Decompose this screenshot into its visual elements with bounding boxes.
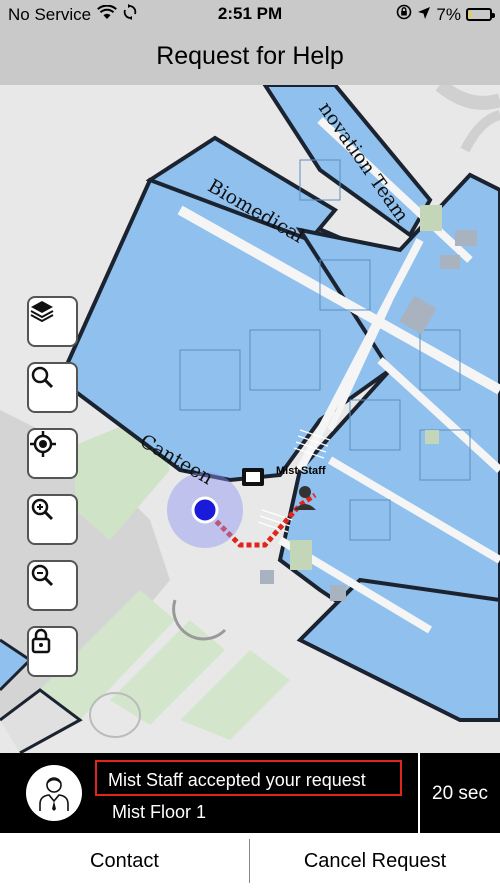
battery-percent: 7% <box>436 4 461 24</box>
orientation-lock-icon <box>396 4 412 25</box>
elapsed-timer: 20 sec <box>432 783 488 804</box>
lock-button[interactable] <box>27 626 78 677</box>
locate-button[interactable] <box>27 428 78 479</box>
locate-icon <box>30 431 56 457</box>
zoom-out-icon <box>31 564 54 587</box>
header: Request for Help <box>0 28 500 85</box>
cancel-request-button[interactable]: Cancel Request <box>250 833 500 889</box>
status-right: 7% <box>396 4 495 25</box>
action-bar: Contact Cancel Request <box>0 833 500 889</box>
staff-status-banner: Mist Staff accepted your request Mist Fl… <box>0 753 500 833</box>
zoom-in-icon <box>31 498 54 521</box>
contact-button[interactable]: Contact <box>0 833 249 889</box>
zoom-out-button[interactable] <box>27 560 78 611</box>
status-bar: No Service 2:51 PM 7% <box>0 0 500 28</box>
zoom-in-button[interactable] <box>27 494 78 545</box>
lock-icon <box>31 628 51 654</box>
page-title: Request for Help <box>156 42 344 70</box>
search-icon <box>31 366 54 389</box>
status-message: Mist Staff accepted your request <box>108 770 366 790</box>
floor-map[interactable]: novation Team Biomedical Canteen Mist St… <box>0 85 500 753</box>
layers-button[interactable] <box>27 296 78 347</box>
search-map-button[interactable] <box>27 362 78 413</box>
location-arrow-icon <box>417 5 431 25</box>
battery-charging-icon <box>466 8 495 21</box>
staff-map-label: Mist Staff <box>276 465 326 477</box>
layers-icon <box>30 301 54 323</box>
floor-name: Mist Floor 1 <box>112 802 207 822</box>
staff-avatar-icon <box>26 765 82 821</box>
